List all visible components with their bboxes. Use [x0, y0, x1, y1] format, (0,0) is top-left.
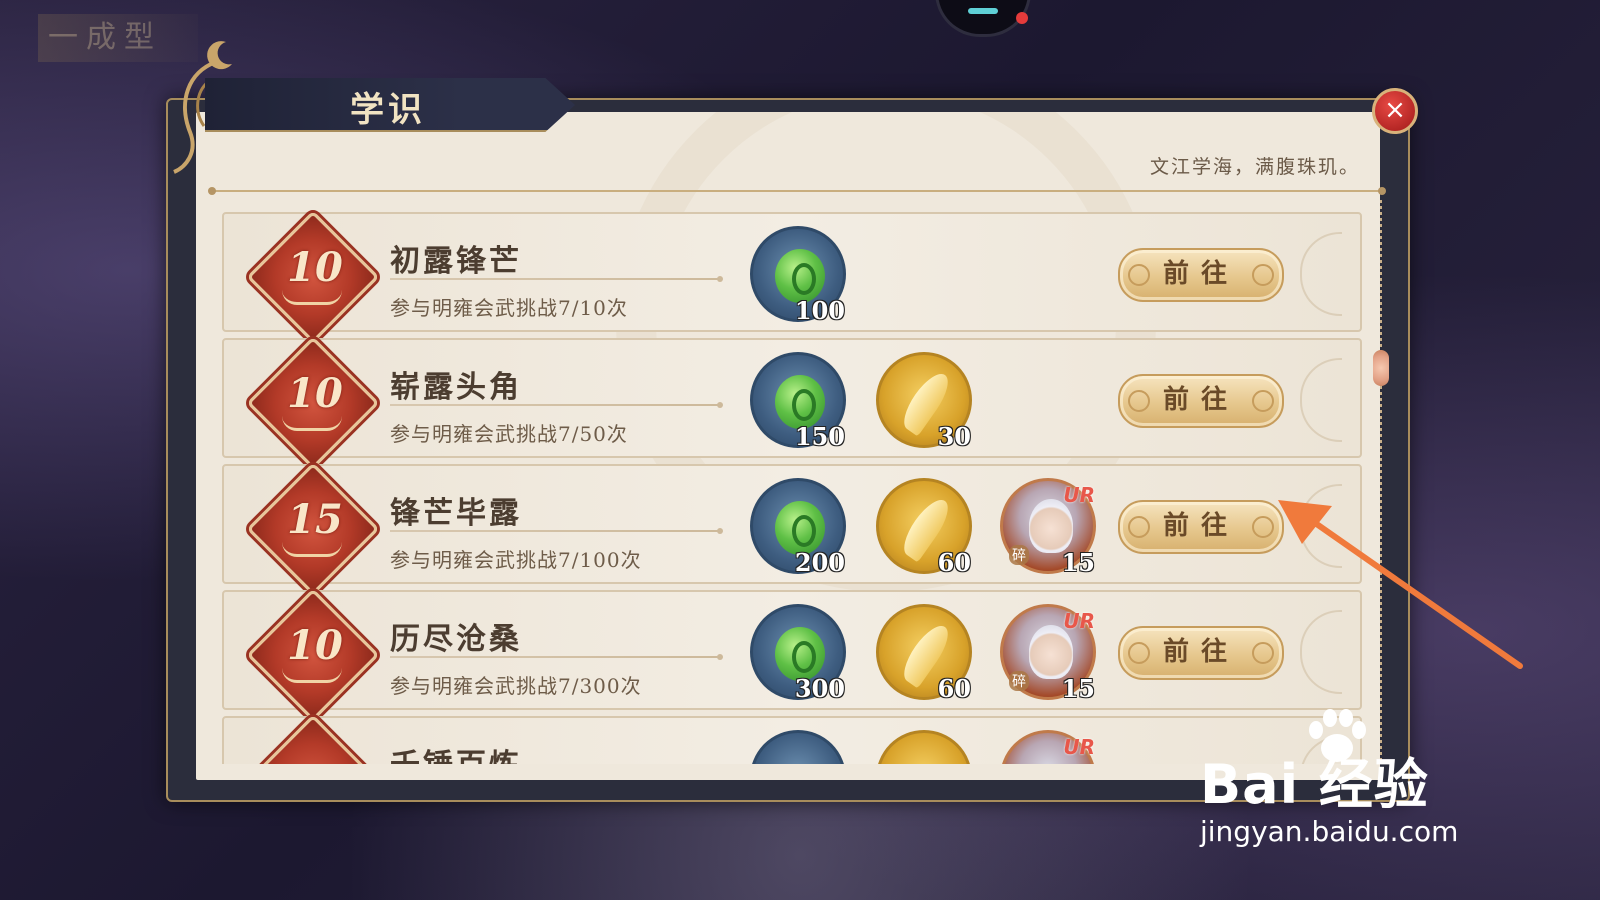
- medal-swirl: [282, 290, 342, 305]
- medal-swirl: [282, 542, 342, 557]
- reward-jade-icon[interactable]: 300: [750, 604, 846, 703]
- baidu-watermark: Bai 经验 jingyan.baidu.com: [1200, 709, 1459, 848]
- reward-quantity: 300: [794, 674, 845, 703]
- reward-feather-icon[interactable]: 30: [876, 352, 972, 451]
- task-progress: 参与明雍会武挑战7/50次: [390, 422, 628, 446]
- goto-button[interactable]: 前往: [1118, 626, 1284, 680]
- task-row: 15 锋芒毕露 参与明雍会武挑战7/100次 200 60 UR 碎 15 前往: [222, 462, 1362, 596]
- annotation-arrow-icon: [1278, 500, 1523, 669]
- paw-icon: [1309, 709, 1366, 762]
- task-name: 历尽沧桑: [390, 622, 522, 657]
- task-progress: 参与明雍会武挑战7/10次: [390, 296, 628, 320]
- character-portrait-icon: [1029, 625, 1073, 679]
- status-dash-icon: [968, 8, 998, 14]
- task-row: 10 崭露头角 参与明雍会武挑战7/50次 150 30 前往: [222, 336, 1362, 470]
- reward-character-fragment-icon[interactable]: UR 碎 15: [1000, 478, 1096, 577]
- medal-swirl: [282, 668, 342, 683]
- rarity-badge: UR: [1063, 609, 1095, 633]
- reward-feather-icon[interactable]: [876, 730, 972, 764]
- goto-button[interactable]: 前往: [1118, 500, 1284, 554]
- jade-gem-icon: [775, 627, 825, 681]
- jade-gem-icon: [775, 375, 825, 429]
- jade-gem-icon: [775, 501, 825, 555]
- reward-quantity: 30: [937, 422, 971, 451]
- task-name: 千锤百炼: [390, 740, 522, 764]
- task-name: 初露锋芒: [390, 244, 522, 279]
- task-row: 10 初露锋芒 参与明雍会武挑战7/10次 100 前往: [222, 210, 1362, 344]
- close-button[interactable]: ×: [1372, 88, 1418, 134]
- task-divider: [390, 402, 723, 408]
- reward-jade-icon[interactable]: 100: [750, 226, 846, 325]
- reward-jade-icon[interactable]: [750, 730, 846, 764]
- panel-motto: 文江学海，满腹珠玑。: [1150, 156, 1361, 178]
- task-name: 锋芒毕露: [390, 496, 522, 531]
- task-progress: 参与明雍会武挑战7/300次: [390, 674, 642, 698]
- watermark-url: jingyan.baidu.com: [1200, 815, 1459, 848]
- reward-quantity: 60: [937, 674, 971, 703]
- reward-feather-icon[interactable]: 60: [876, 604, 972, 703]
- task-list[interactable]: 10 初露锋芒 参与明雍会武挑战7/10次 100 前往 10 崭露头角 参与明…: [222, 204, 1362, 764]
- medal-number: 10: [287, 622, 343, 669]
- rarity-badge: UR: [1063, 483, 1095, 507]
- task-divider: [390, 528, 723, 534]
- goto-button[interactable]: 前往: [1118, 248, 1284, 302]
- reward-jade-icon[interactable]: 150: [750, 352, 846, 451]
- reward-quantity: 100: [794, 296, 845, 325]
- goto-button[interactable]: 前往: [1118, 374, 1284, 428]
- task-name: 崭露头角: [390, 370, 522, 405]
- medal-number: 10: [287, 244, 343, 291]
- reward-quantity: 15: [1061, 548, 1095, 577]
- reward-character-fragment-icon[interactable]: UR: [1000, 730, 1096, 764]
- fragment-tag: 碎: [1009, 671, 1029, 691]
- reward-quantity: 150: [794, 422, 845, 451]
- scroll-thumb[interactable]: [1373, 350, 1389, 386]
- reward-feather-icon[interactable]: 60: [876, 478, 972, 577]
- task-divider: [390, 276, 723, 282]
- task-divider: [390, 654, 723, 660]
- fragment-tag: 碎: [1009, 545, 1029, 565]
- medal-number: 10: [287, 370, 343, 417]
- task-row: 千锤百炼 UR: [222, 714, 1362, 764]
- header-divider: [208, 187, 1386, 195]
- character-portrait-icon: [1029, 499, 1073, 553]
- task-progress: 参与明雍会武挑战7/100次: [390, 548, 642, 572]
- notification-dot-icon: [1016, 12, 1028, 24]
- medal-swirl: [282, 416, 342, 431]
- reward-quantity: 200: [794, 548, 845, 577]
- reward-quantity: 15: [1061, 674, 1095, 703]
- reward-quantity: 60: [937, 548, 971, 577]
- panel-title: 学识: [350, 90, 426, 130]
- rarity-badge: UR: [1063, 735, 1095, 759]
- level-medal-icon: [246, 714, 380, 764]
- jade-gem-icon: [775, 249, 825, 303]
- task-row: 10 历尽沧桑 参与明雍会武挑战7/300次 300 60 UR 碎 15 前往: [222, 588, 1362, 722]
- reward-jade-icon[interactable]: 200: [750, 478, 846, 577]
- reward-character-fragment-icon[interactable]: UR 碎 15: [1000, 604, 1096, 703]
- medal-number: 15: [287, 496, 343, 543]
